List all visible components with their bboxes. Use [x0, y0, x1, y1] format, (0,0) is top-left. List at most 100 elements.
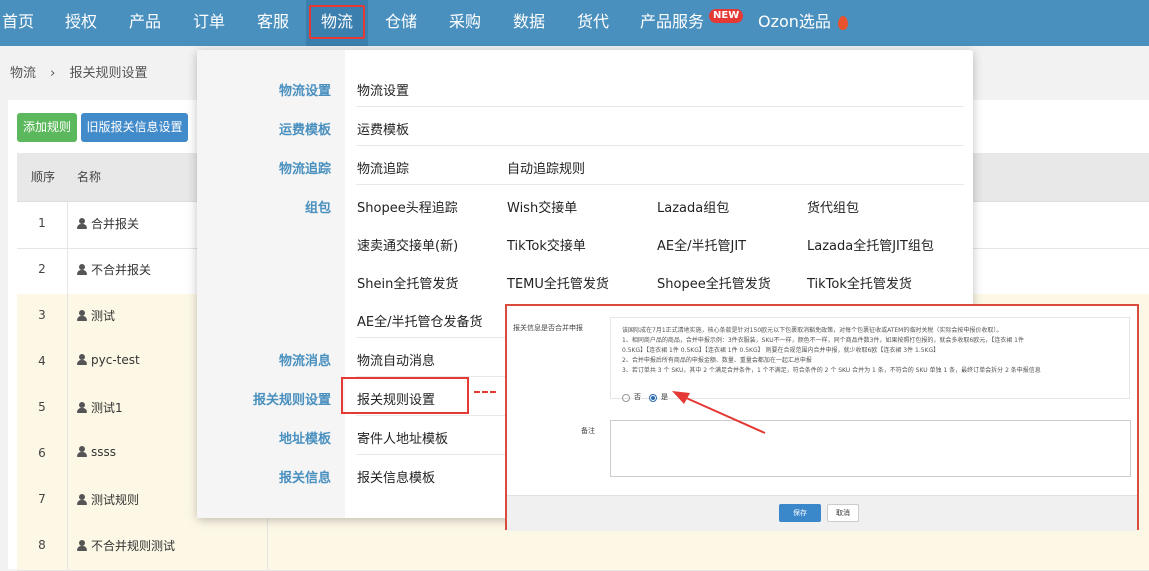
link-lazada-jit[interactable]: Lazada全托管JIT组包: [807, 235, 934, 254]
row-name-text: 测试规则: [91, 493, 140, 507]
user-icon: [77, 446, 87, 457]
top-nav: 首页 授权 产品 订单 客服 物流 仓储 采购 数据 货代 产品服务 NEW O…: [0, 0, 1149, 46]
row-name: 不合并报关: [77, 261, 151, 278]
nav-forwarder[interactable]: 货代: [577, 0, 609, 46]
link-aliexpress-handover[interactable]: 速卖通交接单(新): [357, 235, 458, 254]
remark-label: 备注: [581, 427, 595, 435]
link-forwarder-package[interactable]: 货代组包: [807, 197, 859, 216]
breadcrumb-current: 报关规则设置: [69, 66, 148, 81]
row-name-text: pyc-test: [91, 353, 140, 367]
merge-label: 报关信息是否合并申报: [513, 324, 583, 332]
remark-textarea[interactable]: [610, 420, 1131, 477]
user-icon: [77, 354, 87, 365]
user-icon: [77, 402, 87, 413]
category-logistics-settings: 物流设置: [278, 84, 331, 99]
link-logistics-settings[interactable]: 物流设置: [357, 80, 409, 99]
nav-service[interactable]: 客服: [257, 0, 289, 46]
category-message: 物流消息: [278, 354, 331, 369]
nav-home[interactable]: 首页: [2, 0, 34, 46]
category-customs-rule: 报关规则设置: [252, 393, 331, 408]
row-name-text: 测试1: [91, 401, 123, 415]
link-auto-tracking-rule[interactable]: 自动追踪规则: [507, 158, 585, 177]
row-number: 3: [38, 308, 46, 322]
row-name: 不合并规则测试: [77, 537, 175, 554]
row-number: 8: [38, 538, 46, 552]
link-tiktok-shipping[interactable]: TikTok全托管发货: [807, 273, 912, 292]
row-name-text: ssss: [91, 445, 117, 459]
column-divider: [67, 340, 68, 386]
link-ae-warehouse-stock[interactable]: AE全/半托管仓发备货: [357, 311, 483, 330]
link-customs-info-template[interactable]: 报关信息模板: [357, 467, 435, 486]
link-shopee-shipping[interactable]: Shopee全托管发货: [657, 273, 771, 292]
header-name: 名称: [77, 170, 102, 184]
row-name-text: 合并报关: [91, 217, 140, 231]
link-shein-shipping[interactable]: Shein全托管发货: [357, 273, 458, 292]
column-divider: [267, 524, 268, 570]
save-button[interactable]: 保存: [779, 504, 821, 522]
row-name: pyc-test: [77, 353, 140, 367]
nav-ozon[interactable]: Ozon选品: [758, 0, 831, 46]
link-temu-shipping[interactable]: TEMU全托管发货: [507, 273, 609, 292]
column-divider: [67, 478, 68, 524]
link-shopee-tracking[interactable]: Shopee头程追踪: [357, 197, 458, 216]
link-tiktok-handover[interactable]: TikTok交接单: [507, 235, 586, 254]
breadcrumb-logistics[interactable]: 物流: [10, 66, 36, 81]
callout-footer: 保存 取消: [507, 495, 1137, 531]
desc-line: 2、合并申报后所有商品的申报金额、数量、重量会都加在一起汇总申报: [622, 357, 812, 364]
nav-warehouse[interactable]: 仓储: [385, 0, 417, 46]
row-number: 6: [38, 446, 46, 460]
link-auto-message[interactable]: 物流自动消息: [357, 350, 435, 369]
row-name: 测试1: [77, 399, 123, 416]
column-divider: [67, 386, 68, 432]
row-number: 5: [38, 400, 46, 414]
divider: [356, 145, 964, 146]
table-row[interactable]: 8 不合并规则测试: [17, 524, 1149, 571]
column-divider: [67, 294, 68, 340]
column-divider: [67, 248, 68, 294]
user-icon: [77, 218, 87, 229]
category-address: 地址模板: [278, 432, 331, 447]
add-rule-button[interactable]: 添加规则: [17, 113, 77, 142]
customs-rule-highlight: [341, 377, 469, 414]
nav-products[interactable]: 产品: [129, 0, 161, 46]
link-wish-handover[interactable]: Wish交接单: [507, 197, 577, 216]
user-icon: [77, 264, 87, 275]
nav-data[interactable]: 数据: [513, 0, 545, 46]
row-name: 测试规则: [77, 491, 139, 508]
desc-line: 1、相同商户品的商品，合并申报示例：3件衣服装，SKU不一样，颜色不一样，同个商…: [622, 337, 1024, 344]
radio-yes[interactable]: [649, 394, 657, 402]
column-divider: [67, 202, 68, 248]
nav-logistics-highlight: [309, 5, 365, 39]
nav-auth[interactable]: 授权: [65, 0, 97, 46]
fire-icon: [838, 16, 848, 30]
category-package: 组包: [304, 201, 331, 216]
user-icon: [77, 540, 87, 551]
desc-line: 3、若订单共 3 个 SKU，其中 2 个满足合并条件，1 个不满足，符合条件的…: [622, 367, 1041, 374]
breadcrumb-separator: ›: [50, 66, 56, 81]
divider: [356, 106, 964, 107]
radio-no[interactable]: [622, 394, 630, 402]
link-tracking[interactable]: 物流追踪: [357, 158, 409, 177]
row-name: ssss: [77, 445, 116, 459]
nav-orders[interactable]: 订单: [193, 0, 225, 46]
row-name-text: 不合并规则测试: [91, 539, 176, 553]
link-freight-template[interactable]: 运费模板: [357, 119, 409, 138]
row-name-text: 不合并报关: [91, 263, 152, 277]
row-name-text: 测试: [91, 309, 116, 323]
row-number: 1: [38, 216, 46, 230]
desc-line: 0.5KG】【连衣裙 1件 0.5KG】【连衣裙 1件 0.5KG】 则要在合规…: [622, 347, 940, 354]
user-icon: [77, 494, 87, 505]
cancel-button[interactable]: 取消: [827, 504, 859, 522]
nav-purchase[interactable]: 采购: [449, 0, 481, 46]
row-name: 合并报关: [77, 215, 139, 232]
old-customs-settings-button[interactable]: 旧版报关信息设置: [81, 113, 188, 142]
link-ae-jit[interactable]: AE全/半托管JIT: [657, 235, 746, 254]
new-badge: NEW: [709, 9, 744, 23]
nav-product-service[interactable]: 产品服务: [640, 0, 704, 46]
link-sender-address[interactable]: 寄件人地址模板: [357, 428, 448, 447]
category-freight-template: 运费模板: [278, 123, 331, 138]
desc-line: 该国际成在7月1正式清地实施，核心条款是针对150欧元以下包裹取消豁免政策，对每…: [622, 327, 1003, 334]
row-number: 7: [38, 492, 46, 506]
link-lazada-package[interactable]: Lazada组包: [657, 197, 729, 216]
column-divider: [67, 432, 68, 478]
